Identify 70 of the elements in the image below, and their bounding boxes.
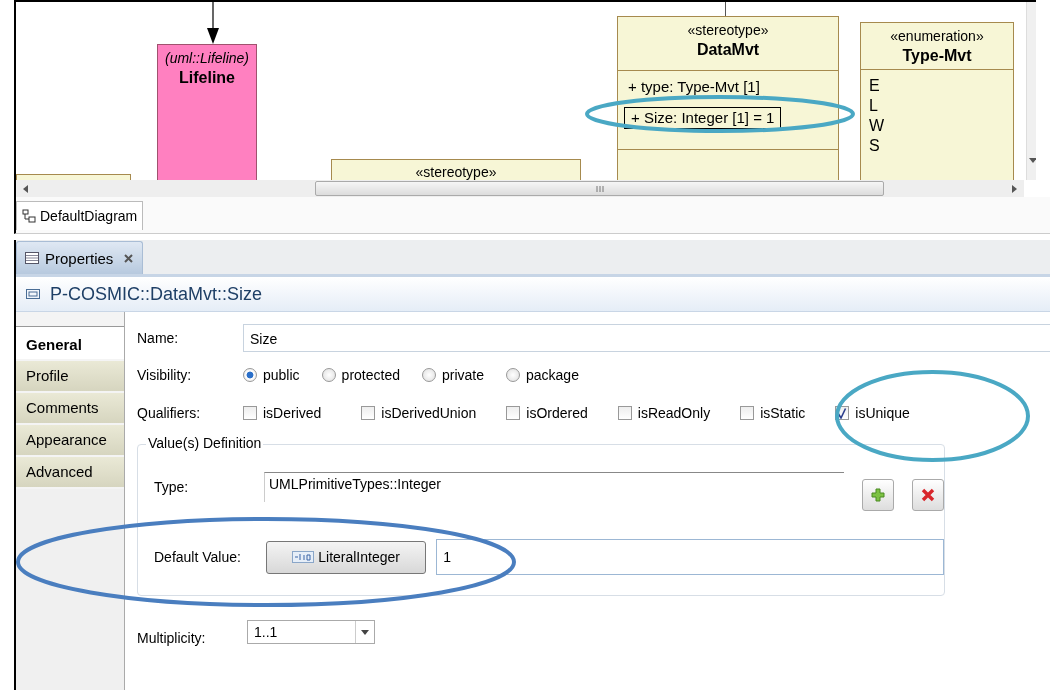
- property-icon: [26, 289, 40, 299]
- horizontal-scrollbar[interactable]: [14, 180, 1024, 197]
- vertical-scrollbar[interactable]: [1026, 2, 1036, 180]
- section-tab[interactable]: Appearance: [16, 425, 124, 457]
- attribute-row[interactable]: + type: Type-Mvt [1]: [624, 77, 764, 97]
- type-field: UMLPrimitiveTypes::Integer: [264, 472, 845, 502]
- diagram-tab[interactable]: DefaultDiagram: [16, 201, 144, 230]
- grip-icon: [594, 184, 605, 193]
- node-name: Lifeline: [178, 69, 236, 87]
- checkbox[interactable]: [617, 406, 632, 420]
- radio-button[interactable]: [421, 368, 436, 382]
- enum-literal: S: [869, 136, 881, 156]
- section-tab[interactable]: Advanced: [16, 457, 124, 489]
- radio-button[interactable]: [506, 368, 520, 382]
- node-name: DataMvt: [695, 41, 761, 59]
- radio-button[interactable]: [243, 368, 257, 382]
- option-label: protected: [341, 367, 400, 383]
- enum-literal: L: [869, 96, 879, 116]
- option-label: isOrdered: [526, 405, 588, 421]
- checkbox[interactable]: [740, 406, 755, 420]
- stereotype-label: «stereotype»: [686, 22, 770, 38]
- section-tab[interactable]: Comments: [16, 393, 124, 425]
- checkbox[interactable]: [506, 406, 521, 420]
- option-label: isUnique: [855, 405, 910, 421]
- option-label: isDerived: [263, 405, 322, 421]
- caret-icon: [361, 629, 369, 635]
- field-label: Default Value:: [154, 549, 242, 565]
- radio-button[interactable]: [321, 368, 336, 382]
- option-label: private: [441, 367, 484, 383]
- delete-icon: [921, 488, 936, 502]
- scroll-left-icon[interactable]: [22, 184, 28, 193]
- add-button[interactable]: [862, 479, 895, 511]
- field-label: Multiplicity:: [137, 630, 207, 646]
- attribute-row[interactable]: + Size: Integer [1] = 1: [624, 107, 782, 129]
- default-value-field[interactable]: 1: [436, 539, 944, 575]
- enum-literal: E: [869, 76, 881, 96]
- checkbox[interactable]: [361, 406, 376, 420]
- literal-integer-button[interactable]: LiteralInteger: [266, 540, 427, 574]
- diagram-icon: [22, 209, 36, 223]
- scroll-down-icon[interactable]: [1029, 158, 1036, 164]
- node-name: Type-Mvt: [901, 47, 973, 65]
- plus-icon: [871, 488, 886, 502]
- option-label: isDerivedUnion: [381, 405, 477, 421]
- scroll-right-icon[interactable]: [1012, 184, 1018, 193]
- multiplicity-dropdown[interactable]: 1..1: [247, 620, 375, 644]
- field-label: Type:: [154, 479, 190, 495]
- enum-literal: W: [869, 116, 886, 136]
- table-icon: [25, 252, 39, 264]
- field-label: Name:: [137, 330, 180, 346]
- close-icon[interactable]: [123, 252, 135, 264]
- properties-tab[interactable]: Properties: [16, 241, 144, 274]
- section-tab[interactable]: General: [16, 327, 124, 361]
- field-label: Visibility:: [137, 367, 193, 383]
- connector-line: [725, 2, 726, 16]
- stereotype-label: «stereotype»: [414, 164, 498, 180]
- checkbox[interactable]: [243, 406, 257, 420]
- option-label: public: [263, 367, 300, 383]
- option-label: isReadOnly: [637, 405, 711, 421]
- group-legend: Value(s) Definition: [146, 435, 264, 451]
- section-tab[interactable]: Profile: [16, 361, 124, 393]
- scroll-thumb[interactable]: [315, 181, 884, 196]
- literal-integer-icon: [292, 551, 315, 563]
- field-label: Qualifiers:: [137, 405, 202, 421]
- stereotype-label: «enumeration»: [889, 28, 985, 44]
- name-field[interactable]: Size: [243, 324, 1050, 352]
- delete-button[interactable]: [912, 479, 944, 511]
- stereotype-label: (uml::Lifeline): [164, 50, 250, 66]
- option-label: isStatic: [760, 405, 806, 421]
- option-label: package: [526, 367, 579, 383]
- properties-title: P-COSMIC::DataMvt::Size: [16, 277, 1050, 312]
